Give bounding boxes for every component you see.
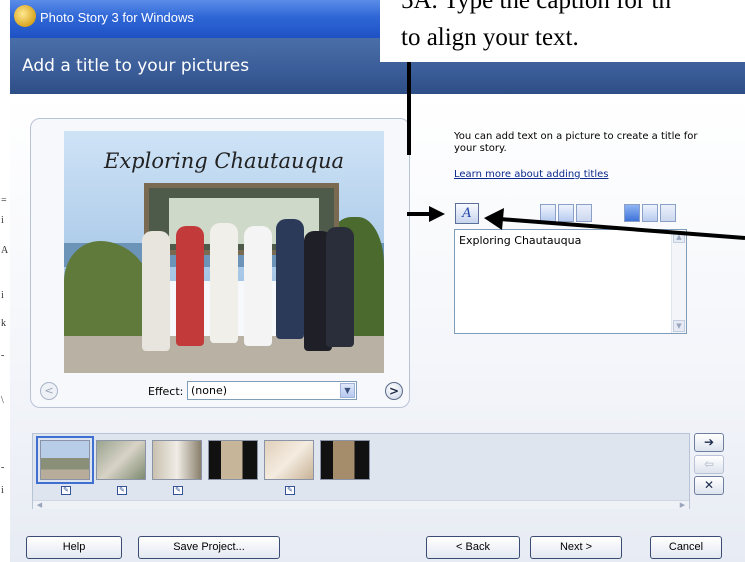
annotation-pointer-arrow: [484, 208, 745, 240]
